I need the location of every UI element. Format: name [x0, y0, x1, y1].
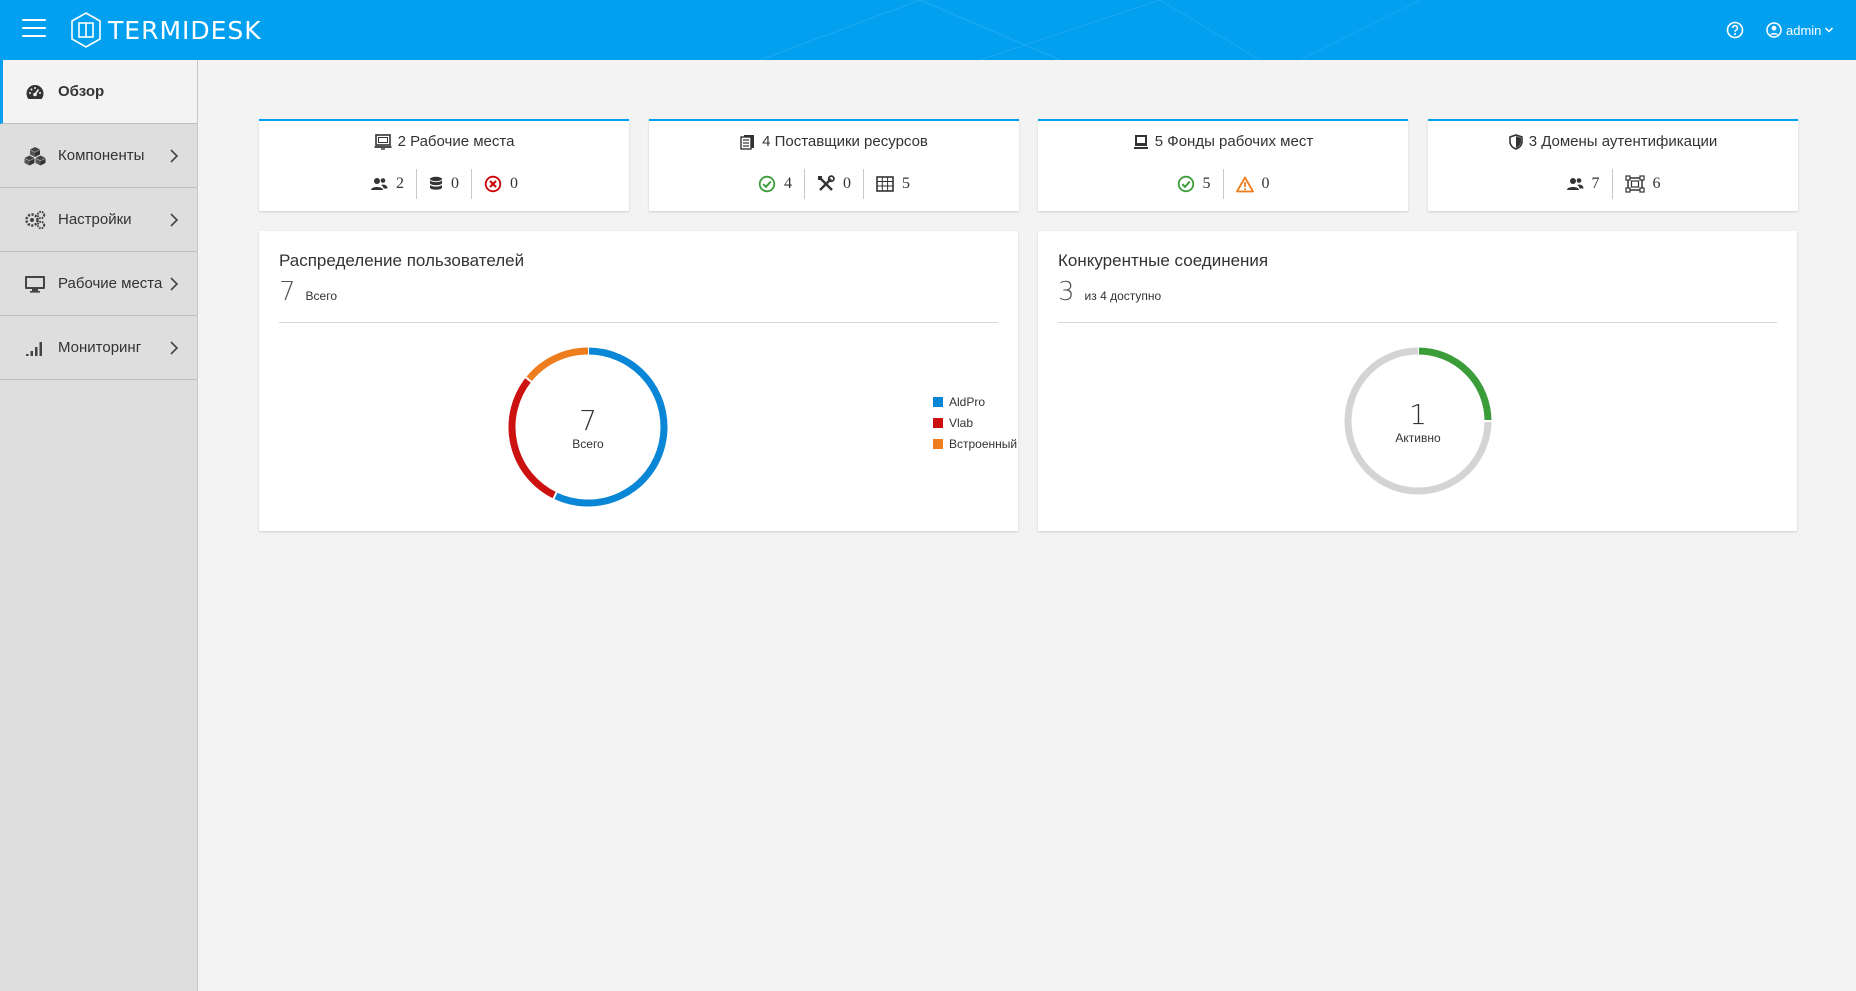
- stat-ok: 4: [746, 169, 804, 199]
- gears-icon: [24, 209, 46, 231]
- shield-icon: [1508, 133, 1523, 150]
- legend-item[interactable]: Vlab: [933, 412, 1017, 433]
- stat-database: 0: [416, 169, 471, 199]
- donut-slice-встроенный[interactable]: [525, 347, 589, 382]
- user-icon: [1766, 22, 1782, 38]
- chevron-right-icon: [170, 277, 179, 291]
- check-circle-icon: [1177, 175, 1194, 193]
- sidebar-item-monitoring[interactable]: Мониторинг: [0, 316, 197, 380]
- panel-title: Распределение пользователей: [279, 251, 525, 270]
- users-donut-chart: 7 Всего: [505, 344, 671, 510]
- users-distribution-panel: Распределение пользователей 7 Всего 7 Вс…: [259, 231, 1018, 531]
- panel-total: 3 из 4 доступно: [1058, 277, 1162, 307]
- user-menu[interactable]: admin: [1766, 20, 1834, 40]
- donut-center-value: 7: [579, 404, 597, 437]
- header-background-pattern: [759, 0, 1421, 60]
- divider: [279, 322, 998, 323]
- database-icon: [430, 176, 442, 190]
- connections-donut-chart: 1 Активно: [1341, 344, 1495, 498]
- stat-errors: 0: [471, 169, 530, 199]
- chart-legend: AldPro Vlab Встроенный: [933, 391, 1017, 454]
- stat-card-workplaces[interactable]: 2 Рабочие места 2 0 0: [259, 119, 629, 211]
- stat-groups: 6: [1611, 169, 1673, 199]
- stat-maintenance: 0: [804, 169, 863, 199]
- check-circle-icon: [758, 175, 776, 193]
- donut-center-value: 1: [1409, 398, 1427, 431]
- chevron-down-icon: [1825, 27, 1834, 33]
- user-name: admin: [1786, 22, 1822, 38]
- stat-card-title: 2 Рабочие места: [259, 133, 629, 150]
- legend-swatch: [933, 417, 943, 428]
- stat-card-title: 3 Домены аутентификации: [1428, 133, 1798, 150]
- donut-center: 1 Активно: [1341, 398, 1495, 445]
- stat-row: 4 0 5: [649, 169, 1019, 199]
- legend-swatch: [933, 438, 943, 449]
- stat-card-pools[interactable]: 5 Фонды рабочих мест 5 0: [1038, 119, 1408, 211]
- stat-row: 5 0: [1038, 169, 1408, 199]
- monitor-icon: [24, 273, 46, 295]
- sidebar-item-label: Мониторинг: [58, 339, 142, 356]
- stat-row: 2 0 0: [259, 169, 629, 199]
- signal-bars-icon: [24, 337, 46, 359]
- sidebar-item-label: Компоненты: [58, 147, 145, 164]
- error-circle-icon: [484, 175, 502, 193]
- legend-item[interactable]: AldPro: [933, 391, 1017, 412]
- stat-users: 2: [358, 169, 416, 199]
- sidebar-item-components[interactable]: Компоненты: [0, 124, 197, 188]
- users-icon: [371, 178, 388, 190]
- grid-icon: [876, 176, 894, 192]
- cubes-icon: [24, 145, 46, 167]
- legend-item[interactable]: Встроенный: [933, 433, 1017, 454]
- top-header: TERMIDESK admin: [0, 0, 1856, 60]
- chevron-right-icon: [170, 149, 179, 163]
- sidebar-item-label: Обзор: [58, 83, 105, 100]
- help-icon[interactable]: [1726, 21, 1744, 39]
- logo[interactable]: TERMIDESK: [70, 12, 262, 48]
- legend-swatch: [933, 396, 943, 407]
- divider: [1058, 322, 1777, 323]
- logo-text: TERMIDESK: [108, 15, 262, 45]
- stat-ok: 5: [1165, 169, 1223, 199]
- sidebar-item-label: Рабочие места: [58, 275, 163, 292]
- desktop-icon: [374, 133, 392, 150]
- sidebar-item-settings[interactable]: Настройки: [0, 188, 197, 252]
- stat-warning: 0: [1222, 169, 1282, 199]
- donut-center-label: Активно: [1395, 431, 1441, 445]
- servers-icon: [740, 134, 755, 150]
- donut-center-label: Всего: [572, 437, 604, 451]
- logo-icon: [71, 12, 101, 48]
- dashboard-icon: [24, 81, 46, 103]
- sidebar-item-overview[interactable]: Обзор: [0, 60, 197, 124]
- panel-title: Конкурентные соединения: [1058, 251, 1269, 270]
- sidebar-item-label: Настройки: [58, 211, 132, 228]
- pool-icon: [1133, 134, 1148, 149]
- stat-card-title: 5 Фонды рабочих мест: [1038, 133, 1408, 150]
- stat-grid: 5: [863, 169, 922, 199]
- stat-row: 7 6: [1428, 169, 1798, 199]
- chevron-right-icon: [170, 341, 179, 355]
- menu-icon[interactable]: [22, 19, 46, 41]
- panel-total: 7 Всего: [279, 277, 338, 307]
- donut-center: 7 Всего: [505, 404, 671, 451]
- sidebar: Обзор Компоненты Настройки Рабочие места…: [0, 60, 198, 991]
- sidebar-item-workplaces[interactable]: Рабочие места: [0, 252, 197, 316]
- stat-users: 7: [1554, 169, 1612, 199]
- stat-card-title: 4 Поставщики ресурсов: [649, 133, 1019, 150]
- concurrent-connections-panel: Конкурентные соединения 3 из 4 доступно …: [1038, 231, 1797, 531]
- stat-card-auth-domains[interactable]: 3 Домены аутентификации 7 6: [1428, 119, 1798, 211]
- warning-icon: [1235, 176, 1254, 192]
- tools-icon: [818, 175, 835, 191]
- group-frame-icon: [1624, 175, 1645, 193]
- stat-card-providers[interactable]: 4 Поставщики ресурсов 4 0 5: [649, 119, 1019, 211]
- chevron-right-icon: [170, 213, 179, 227]
- users-icon: [1566, 178, 1583, 190]
